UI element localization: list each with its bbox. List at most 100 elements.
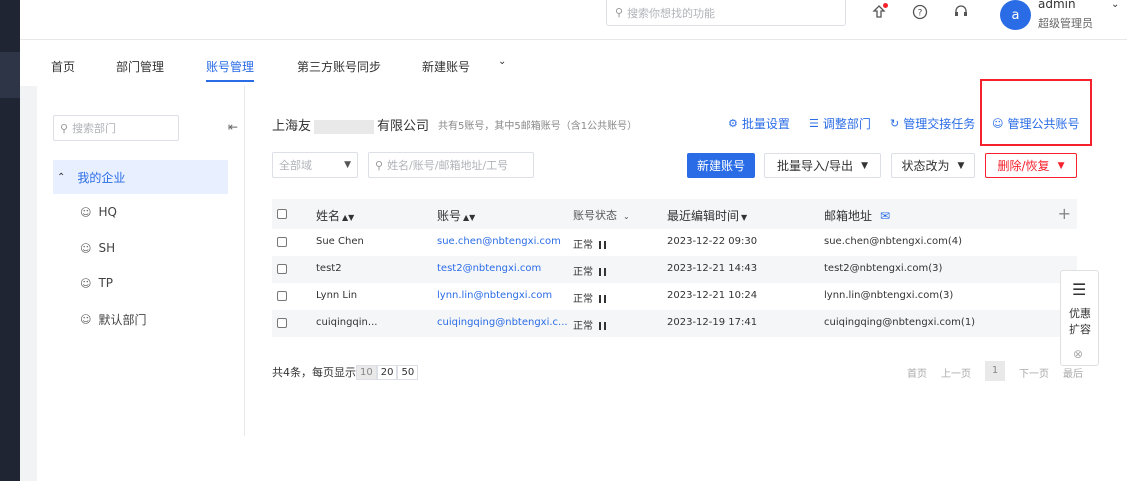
help-icon[interactable]: ? xyxy=(911,3,929,21)
page-size-option[interactable]: 50 xyxy=(397,364,419,380)
group-icon: ☺ xyxy=(80,241,92,255)
global-search-placeholder: 搜索你想找的功能 xyxy=(627,6,716,20)
cell-status-label: 正常 xyxy=(573,294,593,305)
col-edited[interactable]: 最近编辑时间 ▼ xyxy=(667,207,747,224)
chevron-down-icon[interactable]: ⌄ xyxy=(1111,0,1119,10)
tree-item-hq[interactable]: ☺ HQ xyxy=(80,205,117,219)
table-row[interactable]: Sue Chen sue.chen@nbtengxi.com 正常 2023-1… xyxy=(272,229,1077,256)
avatar[interactable]: a xyxy=(1000,0,1031,30)
pause-icon xyxy=(599,268,606,276)
col-account[interactable]: 账号 ▲▼ xyxy=(437,207,475,224)
import-export-button[interactable]: 批量导入/导出 ▼ xyxy=(764,153,881,178)
dept-search-input[interactable]: ⚲ 搜索部门 xyxy=(53,115,179,141)
user-role: 超级管理员 xyxy=(1038,17,1093,30)
upgrade-icon[interactable] xyxy=(870,3,888,21)
promo-widget[interactable]: ☰ 优惠扩容 ⊗ xyxy=(1060,270,1099,366)
account-search-input[interactable]: ⚲ 姓名/账号/邮箱地址/工号 xyxy=(368,152,534,178)
cell-account[interactable]: cuiqingqing@nbtengxi.c... xyxy=(437,317,568,328)
col-status[interactable]: 账号状态 ⌄ xyxy=(573,207,630,223)
table-row[interactable]: test2 test2@nbtengxi.com 正常 2023-12-21 1… xyxy=(272,256,1077,283)
batch-settings-link[interactable]: ⚙ 批量设置 xyxy=(728,115,790,132)
dept-search-placeholder: 搜索部门 xyxy=(72,122,117,135)
col-mail: 邮箱地址 ✉ xyxy=(824,207,890,224)
chevron-down-icon: ▼ xyxy=(1057,160,1065,171)
collapse-sidebar-icon[interactable]: ⇤ xyxy=(228,120,238,134)
tree-root-my-enterprise[interactable]: ⌃ 我的企业 xyxy=(53,160,228,194)
add-column-icon[interactable]: + xyxy=(1058,204,1071,223)
user-name[interactable]: admin xyxy=(1038,0,1076,11)
domain-select[interactable]: 全部域 ▼ xyxy=(272,152,358,178)
tree-item-tp[interactable]: ☺ TP xyxy=(80,276,113,290)
tree-item-label: 默认部门 xyxy=(98,313,147,327)
tab-new-account[interactable]: 新建账号 xyxy=(422,58,470,75)
mail-icon[interactable]: ✉ xyxy=(880,209,890,223)
nav-more-chevron-icon[interactable]: ⌄ xyxy=(498,56,506,67)
cell-name: Sue Chen xyxy=(316,236,364,247)
page-size-option[interactable]: 20 xyxy=(376,364,398,380)
cell-mail: test2@nbtengxi.com(3) xyxy=(824,263,942,274)
layers-icon: ☰ xyxy=(1072,280,1087,299)
tab-third-party-sync[interactable]: 第三方账号同步 xyxy=(297,58,381,75)
notification-dot xyxy=(883,3,888,8)
first-page-button[interactable]: 首页 xyxy=(907,365,927,380)
page-size-option[interactable]: 10 xyxy=(356,364,377,380)
tab-account-management[interactable]: 账号管理 xyxy=(206,58,255,82)
cell-mail-count: (3) xyxy=(928,263,943,274)
handover-tasks-link[interactable]: ↻ 管理交接任务 xyxy=(890,115,975,132)
row-checkbox[interactable] xyxy=(277,291,287,301)
cell-account[interactable]: test2@nbtengxi.com xyxy=(437,263,541,274)
row-checkbox[interactable] xyxy=(277,264,287,274)
prev-page-button[interactable]: 上一页 xyxy=(941,365,971,380)
filter-chevron-icon: ⌄ xyxy=(623,212,630,221)
search-icon: ⚲ xyxy=(615,6,624,19)
highlight-frame xyxy=(980,79,1092,146)
cell-account[interactable]: sue.chen@nbtengxi.com xyxy=(437,236,561,247)
new-account-button[interactable]: 新建账号 xyxy=(687,153,755,178)
cell-status: 正常 xyxy=(573,290,606,305)
handover-tasks-label: 管理交接任务 xyxy=(903,117,976,131)
tab-home[interactable]: 首页 xyxy=(51,58,75,75)
cell-name: cuiqingqin... xyxy=(316,317,378,328)
tree-item-default-dept[interactable]: ☺ 默认部门 xyxy=(80,311,146,328)
cell-edited: 2023-12-21 14:43 xyxy=(667,263,758,274)
select-all-checkbox[interactable] xyxy=(277,209,287,219)
cell-edited: 2023-12-19 17:41 xyxy=(667,317,758,328)
close-icon[interactable]: ⊗ xyxy=(1073,347,1083,361)
cell-account[interactable]: lynn.lin@nbtengxi.com xyxy=(437,290,552,301)
chevron-down-icon: ▼ xyxy=(957,160,965,171)
col-name[interactable]: 姓名 ▲▼ xyxy=(316,207,354,224)
rail-active-item[interactable] xyxy=(0,52,20,98)
tree-item-sh[interactable]: ☺ SH xyxy=(80,241,115,255)
status-change-button[interactable]: 状态改为 ▼ xyxy=(891,153,975,178)
sidebar-divider xyxy=(244,86,245,436)
group-icon: ☺ xyxy=(80,205,92,219)
company-name-prefix: 上海友 xyxy=(272,119,312,134)
last-page-button[interactable]: 最后 xyxy=(1063,365,1083,380)
status-change-label: 状态改为 xyxy=(901,159,950,173)
chevron-up-icon[interactable]: ⌃ xyxy=(57,172,65,183)
adjust-dept-link[interactable]: ☰ 调整部门 xyxy=(809,115,871,132)
delete-restore-label: 删除/恢复 xyxy=(997,159,1050,173)
chevron-down-icon: ▼ xyxy=(861,160,868,171)
tree-root-label: 我的企业 xyxy=(77,170,126,185)
cell-edited: 2023-12-21 10:24 xyxy=(667,290,758,301)
table-row[interactable]: Lynn Lin lynn.lin@nbtengxi.com 正常 2023-1… xyxy=(272,283,1077,310)
headset-icon[interactable] xyxy=(952,3,970,21)
current-page[interactable]: 1 xyxy=(985,361,1005,381)
col-edited-label: 最近编辑时间 xyxy=(667,209,740,223)
row-checkbox[interactable] xyxy=(277,318,287,328)
tree-item-label: TP xyxy=(98,276,114,290)
global-search-input[interactable]: ⚲ 搜索你想找的功能 xyxy=(606,0,846,26)
col-name-label: 姓名 xyxy=(316,209,341,223)
table-row[interactable]: cuiqingqin... cuiqingqing@nbtengxi.c... … xyxy=(272,310,1077,337)
chevron-down-icon: ▼ xyxy=(344,160,351,170)
cell-mail-count: (1) xyxy=(960,317,976,328)
sort-icon: ▲▼ xyxy=(463,213,476,222)
next-page-button[interactable]: 下一页 xyxy=(1019,365,1049,380)
tab-dept-management[interactable]: 部门管理 xyxy=(116,58,164,75)
col-status-label: 账号状态 xyxy=(573,209,617,222)
row-checkbox[interactable] xyxy=(277,237,287,247)
cell-mail: cuiqingqing@nbtengxi.com(1) xyxy=(824,317,975,328)
delete-restore-button[interactable]: 删除/恢复 ▼ xyxy=(985,153,1077,178)
pagination-summary: 共4条，每页显示 10 20 50 xyxy=(272,364,419,380)
